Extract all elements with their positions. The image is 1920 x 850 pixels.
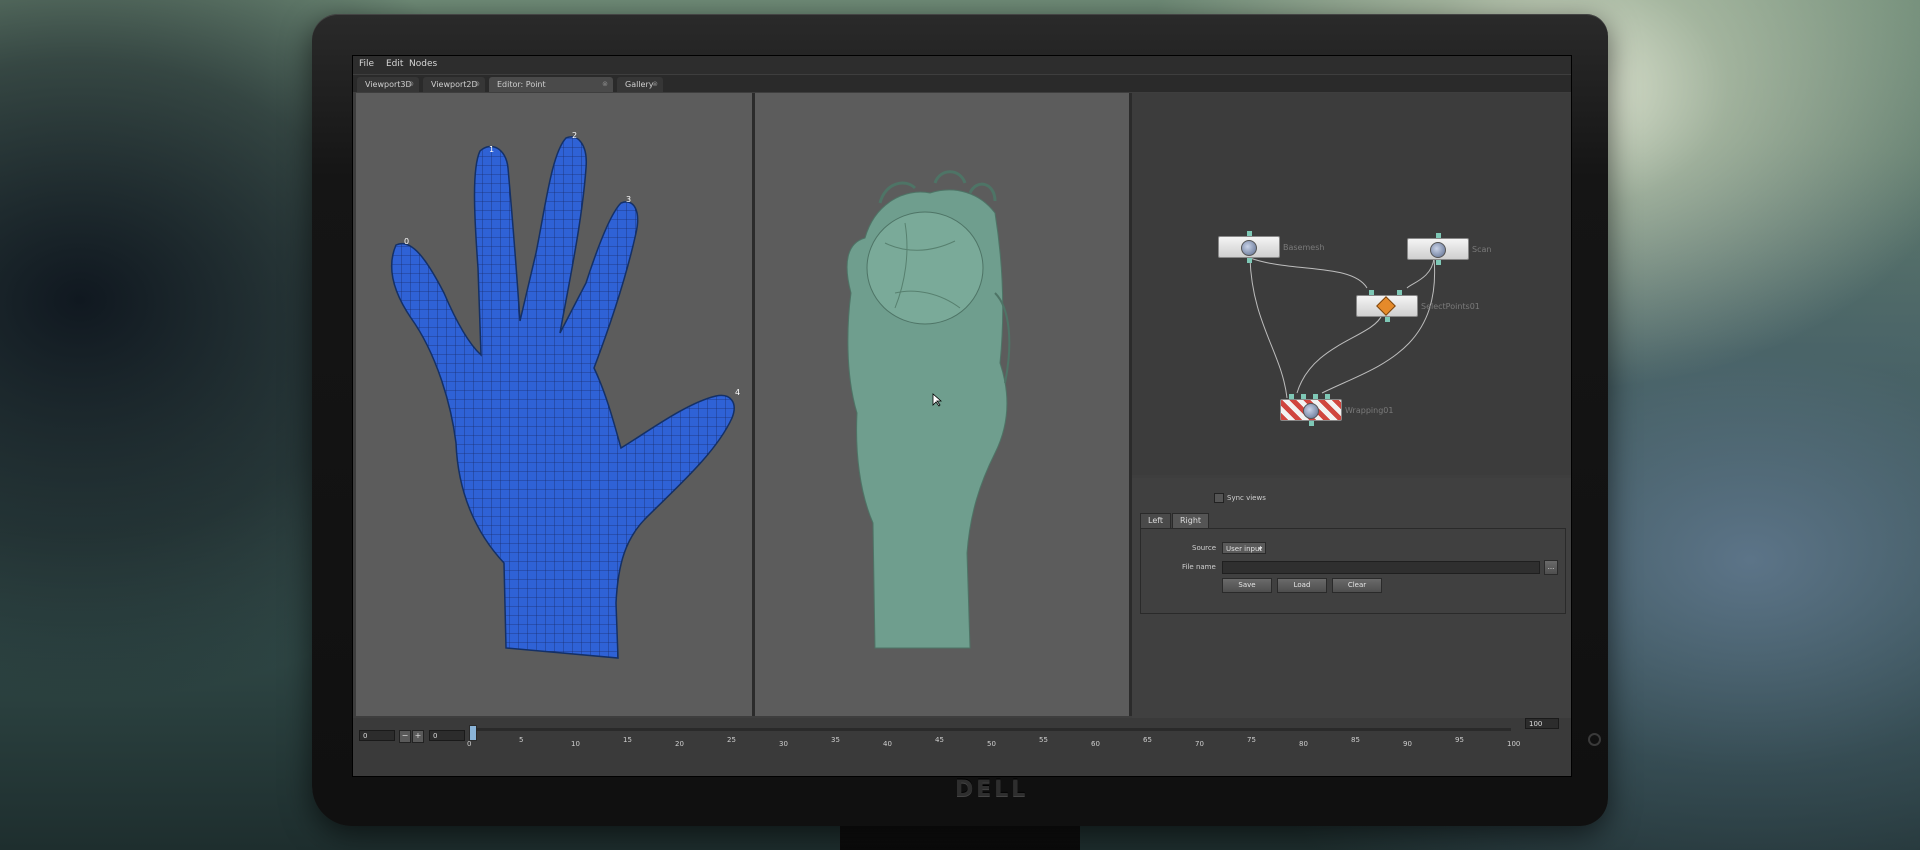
input-port[interactable]: [1369, 290, 1374, 295]
viewport-left[interactable]: 0 1 2 3 4: [356, 93, 752, 716]
timeline-tick-label: 35: [831, 736, 840, 744]
input-port[interactable]: [1436, 233, 1441, 238]
close-icon[interactable]: ⊗: [602, 77, 608, 92]
correspondence-marker[interactable]: 0: [404, 237, 409, 246]
timeline-tick-label: 75: [1247, 736, 1256, 744]
correspondence-marker[interactable]: 1: [489, 145, 494, 154]
mesh-node-icon: [1241, 240, 1257, 256]
input-port[interactable]: [1301, 394, 1306, 399]
node-wrapping[interactable]: Wrapping01: [1280, 394, 1393, 426]
file-name-label: File name: [1182, 563, 1216, 571]
frame-increment-button[interactable]: +: [412, 730, 424, 743]
timeline-tick-label: 50: [987, 740, 996, 748]
close-icon[interactable]: ⊗: [408, 77, 414, 92]
node-basemesh[interactable]: Basemesh: [1218, 231, 1324, 263]
sync-views-checkbox[interactable]: [1214, 493, 1224, 503]
timeline-tick-label: 45: [935, 736, 944, 744]
input-port[interactable]: [1247, 231, 1252, 236]
browse-button[interactable]: ...: [1544, 560, 1558, 575]
tab-bar: Viewport3D ⊗ Viewport2D ⊗ Editor: Point …: [353, 75, 1571, 104]
timeline-tick-label: 0: [467, 740, 472, 748]
clear-button[interactable]: Clear: [1332, 578, 1382, 593]
node-connections: [1249, 257, 1436, 399]
node-graph-panel[interactable]: Basemesh Scan SelectPoints01 Wrapping01: [1132, 93, 1571, 475]
properties-panel: Sync views Left Right Source User input …: [1132, 478, 1571, 718]
sync-views-label: Sync views: [1227, 494, 1266, 502]
close-icon[interactable]: ⊗: [652, 77, 658, 92]
mesh-hand: [390, 136, 735, 659]
application-window: File Edit Nodes Viewport3D ⊗ Viewport2D …: [352, 55, 1572, 777]
start-frame-field[interactable]: 0: [429, 730, 465, 741]
source-dropdown[interactable]: User input ▾: [1222, 542, 1266, 554]
mesh-node-icon: [1430, 242, 1446, 258]
input-port[interactable]: [1397, 290, 1402, 295]
timeline-tick-label: 5: [519, 736, 524, 744]
node-label: Scan: [1472, 245, 1492, 254]
frame-decrement-button[interactable]: −: [399, 730, 411, 743]
tab-gallery[interactable]: Gallery ⊗: [617, 77, 663, 92]
tab-label: Gallery: [625, 80, 654, 89]
timeline-tick-label: 30: [779, 740, 788, 748]
timeline-tick-label: 40: [883, 740, 892, 748]
timeline-tick-label: 65: [1143, 736, 1152, 744]
tab-right[interactable]: Right: [1172, 513, 1210, 528]
tab-viewport2d[interactable]: Viewport2D ⊗: [423, 77, 485, 92]
menu-edit[interactable]: Edit: [386, 59, 403, 69]
timeline-tick-label: 15: [623, 736, 632, 744]
menu-file[interactable]: File: [359, 59, 374, 69]
timeline-tick-label: 95: [1455, 736, 1464, 744]
timeline-tick-label: 10: [571, 740, 580, 748]
correspondence-marker[interactable]: 3: [626, 195, 631, 204]
input-port[interactable]: [1313, 394, 1318, 399]
menu-nodes[interactable]: Nodes: [409, 59, 437, 69]
timeline-tick-label: 70: [1195, 740, 1204, 748]
end-frame-field[interactable]: 100: [1525, 718, 1559, 729]
load-button[interactable]: Load: [1277, 578, 1327, 593]
correspondence-marker[interactable]: 4: [735, 388, 740, 397]
input-port[interactable]: [1325, 394, 1330, 399]
timeline-tick-label: 25: [727, 736, 736, 744]
timeline-tick-label: 85: [1351, 736, 1360, 744]
node-label: Wrapping01: [1345, 406, 1394, 415]
timeline-tick-label: 20: [675, 740, 684, 748]
wrap-node-icon: [1303, 403, 1319, 419]
chevron-down-icon: ▾: [1258, 545, 1262, 553]
timeline: 0 − + 0 100 0 5 10 15 20 25 30 35 40 45 50 55 60 65 70…: [353, 718, 1571, 776]
output-port[interactable]: [1385, 317, 1390, 322]
tab-label: Viewport2D: [431, 80, 478, 89]
node-selectpoints[interactable]: SelectPoints01: [1356, 290, 1480, 322]
current-frame-field[interactable]: 0: [359, 730, 395, 741]
node-label: SelectPoints01: [1421, 302, 1480, 311]
node-scan[interactable]: Scan: [1407, 233, 1491, 265]
tab-left[interactable]: Left: [1140, 513, 1172, 528]
timeline-tick-label: 80: [1299, 740, 1308, 748]
menu-bar: File Edit Nodes: [353, 56, 1571, 74]
timeline-tick-label: 100: [1507, 740, 1521, 748]
input-port[interactable]: [1289, 394, 1294, 399]
mouse-cursor-icon: [932, 393, 942, 407]
save-button[interactable]: Save: [1222, 578, 1272, 593]
correspondence-marker[interactable]: 2: [572, 131, 577, 140]
close-icon[interactable]: ⊗: [474, 77, 480, 92]
tab-viewport3d[interactable]: Viewport3D ⊗: [357, 77, 419, 92]
scan-hand: [846, 170, 1011, 649]
file-name-field[interactable]: [1222, 561, 1540, 574]
viewport-right[interactable]: [755, 93, 1129, 716]
source-value: User input: [1226, 545, 1263, 553]
timeline-track[interactable]: [471, 728, 1511, 731]
power-icon[interactable]: [1588, 733, 1601, 746]
timeline-tick-label: 55: [1039, 736, 1048, 744]
output-port[interactable]: [1436, 260, 1441, 265]
node-label: Basemesh: [1283, 243, 1325, 252]
output-port[interactable]: [1247, 258, 1252, 263]
tab-editor-point-correspondences[interactable]: Editor: Point correspondences ⊗: [489, 77, 613, 104]
timeline-tick-label: 90: [1403, 740, 1412, 748]
source-label: Source: [1192, 544, 1217, 552]
tab-label: Viewport3D: [365, 80, 412, 89]
monitor-logo: DELL: [955, 777, 1029, 802]
select-points-icon: [1376, 296, 1396, 316]
output-port[interactable]: [1309, 421, 1314, 426]
timeline-tick-label: 60: [1091, 740, 1100, 748]
playhead[interactable]: [469, 725, 477, 741]
